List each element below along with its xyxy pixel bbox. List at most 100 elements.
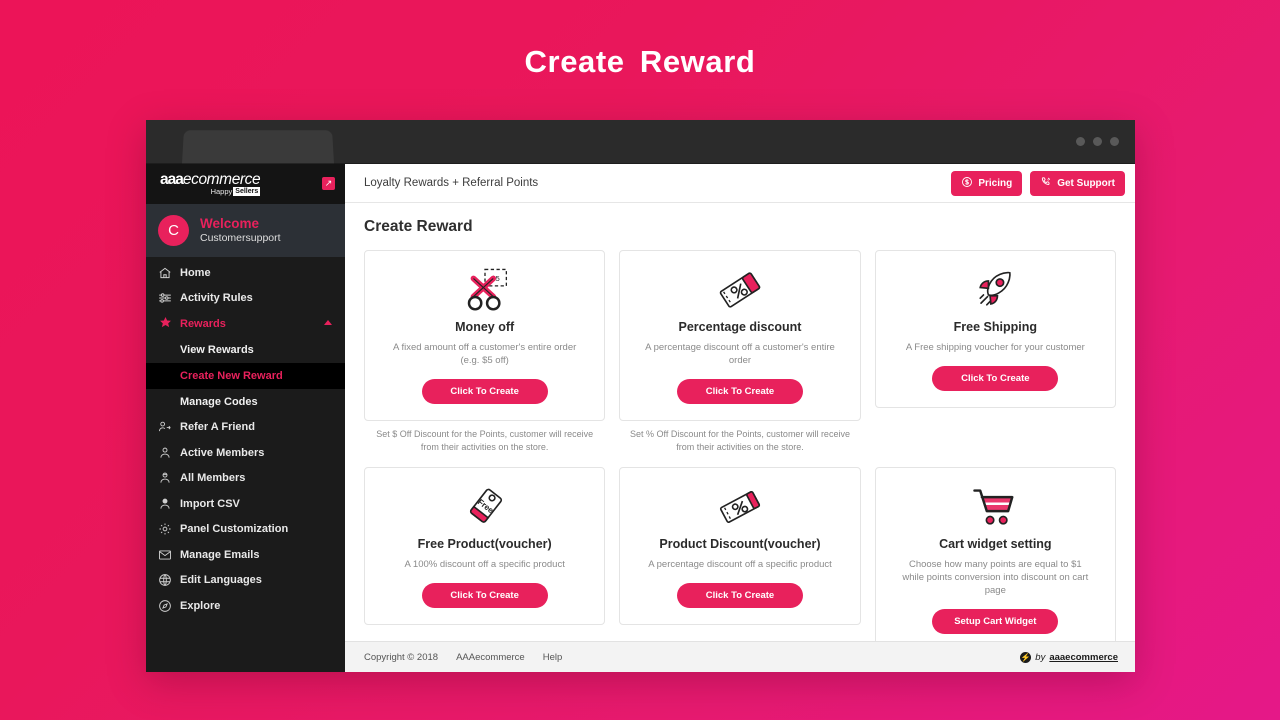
sidebar-item-rewards[interactable]: Rewards — [146, 311, 345, 337]
sidebar-item-home[interactable]: Home — [146, 260, 345, 286]
reward-card-money-off: $5 Money off A fixed amount off a custom… — [364, 250, 606, 421]
reward-card-description: A fixed amount off a customer's entire o… — [393, 342, 577, 366]
star-icon — [158, 316, 180, 331]
reward-card-note — [875, 408, 1116, 415]
sidebar-item-panel-customization[interactable]: Panel Customization — [146, 517, 345, 543]
app-title: Loyalty Rewards + Referral Points — [364, 177, 539, 189]
sidebar-item-label: Manage Emails — [180, 548, 260, 561]
reward-card-title: Free Product(voucher) — [417, 537, 552, 551]
user-import-icon — [158, 497, 180, 511]
reward-card-description: A 100% discount off a specific product — [404, 559, 565, 570]
reward-card-title: Product Discount(voucher) — [659, 537, 821, 551]
sidebar-subitem-label: View Rewards — [180, 343, 254, 356]
percent-ticket-icon — [715, 264, 765, 316]
browser-menu-dots[interactable] — [1076, 137, 1119, 146]
sidebar-subitem-create-new-reward[interactable]: Create New Reward — [146, 362, 345, 389]
brand-name-italic: ecommerce — [182, 171, 261, 189]
footer-help-link[interactable]: Help — [543, 652, 563, 663]
home-icon — [158, 266, 180, 280]
reward-card-grid: $5 Money off A fixed amount off a custom… — [364, 250, 1116, 641]
reward-cell-free-shipping: Free Shipping A Free shipping voucher fo… — [874, 250, 1116, 453]
sidebar: aaaecommerce Happy Sellers ↗ C Welcome C… — [146, 164, 345, 672]
reward-card-cart-widget: Cart widget setting Choose how many poin… — [874, 467, 1116, 641]
gear-icon — [158, 522, 180, 536]
reward-card-note: Set $ Off Discount for the Points, custo… — [376, 429, 594, 452]
brand-name: aaaecommerce — [160, 171, 261, 189]
reward-card-product-discount: Product Discount(voucher) A percentage d… — [619, 467, 861, 625]
pricing-button[interactable]: Pricing — [951, 170, 1023, 196]
sidebar-item-label: Panel Customization — [180, 523, 289, 536]
envelope-icon — [158, 548, 180, 562]
dollar-circle-icon — [961, 176, 973, 191]
sidebar-nav: Home Activity Rules Rewards View Rewards… — [146, 257, 345, 672]
sidebar-item-explore[interactable]: Explore — [146, 593, 345, 619]
footer-brand: ⚡ by aaaecommerce — [1020, 651, 1118, 663]
reward-card-description: A percentage discount off a customer's e… — [645, 342, 835, 366]
reward-card-title: Percentage discount — [678, 320, 802, 334]
sidebar-item-label: Home — [180, 266, 211, 279]
create-free-product-button[interactable]: Click To Create — [421, 583, 548, 608]
app-frame: aaaecommerce Happy Sellers ↗ C Welcome C… — [146, 163, 1135, 672]
reward-card-description: A percentage discount off a specific pro… — [648, 559, 832, 570]
create-money-off-button[interactable]: Click To Create — [421, 379, 548, 404]
rocket-icon — [970, 264, 1020, 316]
sidebar-item-activity-rules[interactable]: Activity Rules — [146, 286, 345, 312]
username-label: Customersupport — [200, 232, 281, 244]
reward-card-free-shipping: Free Shipping A Free shipping voucher fo… — [874, 250, 1116, 408]
create-free-shipping-button[interactable]: Click To Create — [932, 366, 1059, 391]
sidebar-item-manage-emails[interactable]: Manage Emails — [146, 542, 345, 568]
compass-icon — [158, 599, 180, 613]
free-tag-icon: Free — [460, 481, 510, 533]
reward-cell-product-discount: Product Discount(voucher) A percentage d… — [619, 467, 861, 641]
brand-name-bold: aaa — [160, 171, 184, 189]
sidebar-item-label: Refer A Friend — [180, 421, 255, 434]
create-product-discount-button[interactable]: Click To Create — [676, 583, 803, 608]
footer-company-link[interactable]: AAAecommerce — [456, 652, 525, 663]
brand-tagline-sellers: Sellers — [233, 186, 261, 196]
user-icon — [158, 446, 180, 460]
page-title: Create Reward — [364, 218, 473, 235]
reward-card-title: Money off — [455, 320, 515, 334]
footer-brand-by: by — [1035, 651, 1046, 663]
sidebar-item-label: Activity Rules — [180, 292, 253, 305]
get-support-label: Get Support — [1057, 177, 1115, 189]
footer-copyright: Copyright © 2018 — [364, 651, 439, 663]
reward-card-title: Cart widget setting — [939, 537, 1052, 551]
get-support-button[interactable]: Get Support — [1030, 170, 1125, 196]
welcome-label: Welcome — [200, 216, 260, 231]
browser-chrome — [146, 120, 1135, 164]
sidebar-subitem-view-rewards[interactable]: View Rewards — [146, 337, 345, 363]
setup-cart-widget-button[interactable]: Setup Cart Widget — [932, 609, 1059, 634]
reward-card-percentage-discount: Percentage discount A percentage discoun… — [619, 250, 861, 421]
sidebar-item-all-members[interactable]: All Members — [146, 466, 345, 492]
sidebar-item-refer-a-friend[interactable]: Refer A Friend — [146, 415, 345, 441]
sidebar-subitem-label: Create New Reward — [180, 369, 283, 382]
phone-ring-icon — [1040, 176, 1052, 191]
sidebar-item-label: Import CSV — [180, 497, 240, 510]
create-percentage-discount-button[interactable]: Click To Create — [676, 379, 803, 404]
reward-card-note: Set % Off Discount for the Points, custo… — [630, 429, 850, 452]
sidebar-item-label: Active Members — [180, 446, 265, 459]
reward-cell-percentage-discount: Percentage discount A percentage discoun… — [619, 250, 861, 453]
expand-arrow-icon[interactable]: ↗ — [322, 177, 335, 190]
sidebar-subitem-manage-codes[interactable]: Manage Codes — [146, 389, 345, 415]
reward-cell-cart-widget: Cart widget setting Choose how many poin… — [874, 467, 1116, 641]
sidebar-item-import-csv[interactable]: Import CSV — [146, 491, 345, 517]
sidebar-item-edit-languages[interactable]: Edit Languages — [146, 568, 345, 594]
topbar: Loyalty Rewards + Referral Points Pricin… — [345, 164, 1135, 203]
user-panel: C Welcome Customersupport — [146, 204, 345, 257]
sidebar-item-active-members[interactable]: Active Members — [146, 440, 345, 466]
sidebar-item-label: Rewards — [180, 317, 226, 330]
brand-header: aaaecommerce Happy Sellers ↗ — [146, 164, 345, 204]
sidebar-item-label: Explore — [180, 599, 221, 612]
percent-ticket-icon — [715, 481, 765, 533]
footer-brand-name: aaaecommerce — [1049, 651, 1118, 663]
sidebar-item-label: All Members — [180, 472, 246, 485]
globe-icon — [158, 573, 180, 587]
browser-window: aaaecommerce Happy Sellers ↗ C Welcome C… — [146, 120, 1135, 672]
reward-cell-money-off: $5 Money off A fixed amount off a custom… — [364, 250, 606, 453]
browser-tab[interactable] — [182, 130, 334, 164]
reward-card-description: Choose how many points are equal to $1 w… — [902, 559, 1089, 596]
reward-card-title: Free Shipping — [953, 320, 1037, 334]
user-share-icon — [158, 420, 180, 434]
